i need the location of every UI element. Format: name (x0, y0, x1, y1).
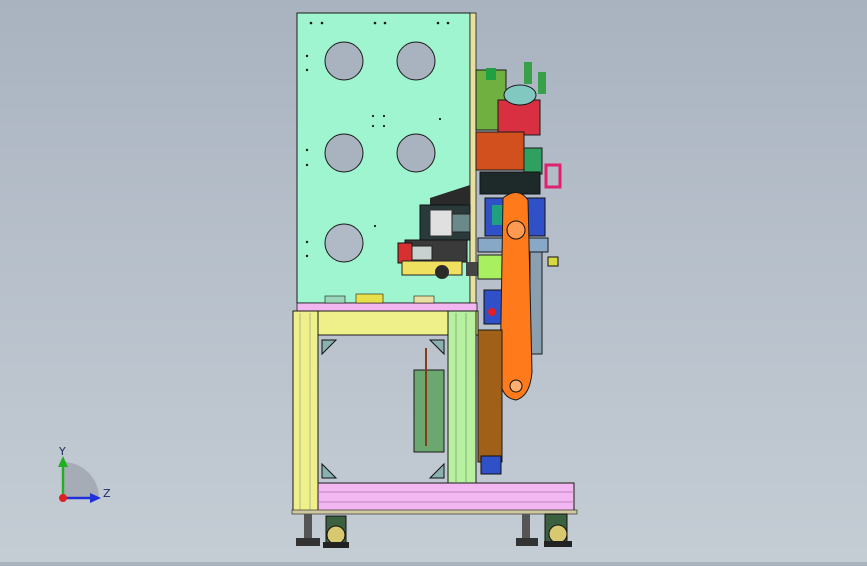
cad-model-viewport[interactable]: Y Z (0, 0, 867, 562)
orange-link-arm (499, 192, 533, 401)
coordinate-triad-icon: Y Z (58, 445, 111, 503)
triad-z-label: Z (103, 487, 111, 500)
triad-y-label: Y (58, 445, 66, 458)
caster-feet (296, 513, 572, 548)
